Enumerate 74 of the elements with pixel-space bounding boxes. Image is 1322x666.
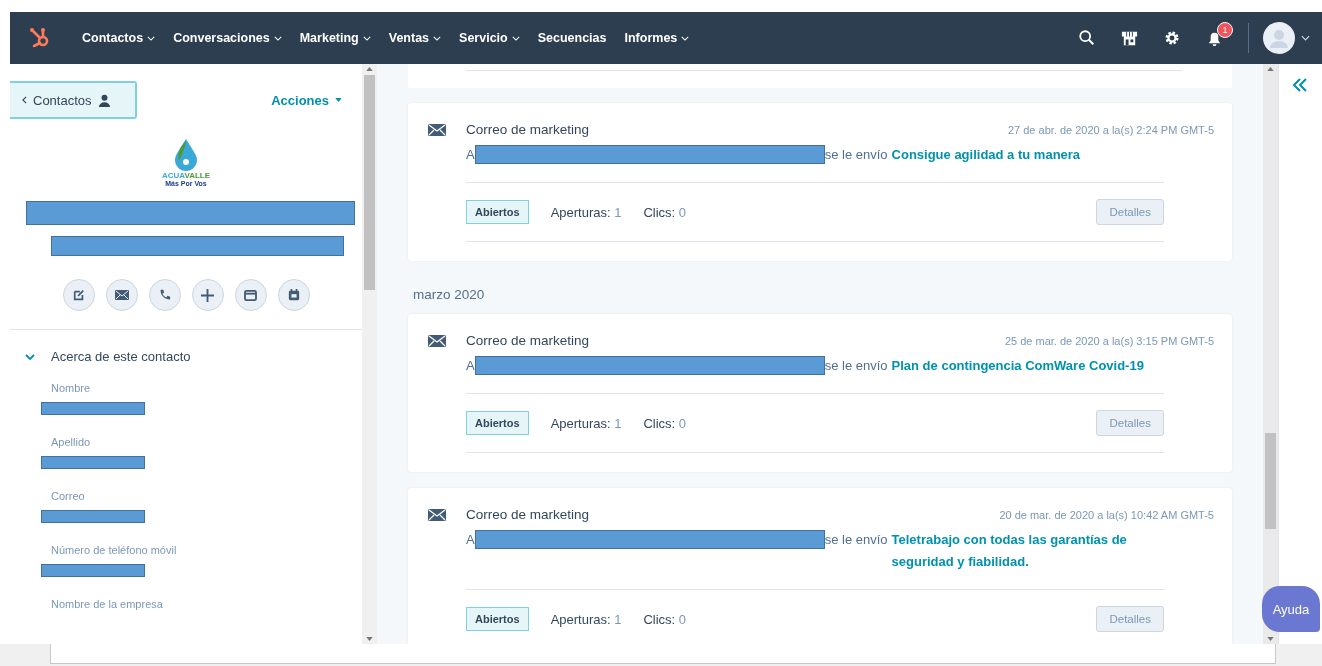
field-label: Nombre	[50, 382, 92, 394]
envelope-icon	[428, 124, 446, 136]
sent-text: se le envío	[824, 531, 888, 549]
nav-menu-item[interactable]: Informes	[616, 31, 698, 45]
envelope-icon	[114, 290, 129, 300]
clicks-count: Clics: 0	[643, 415, 687, 431]
activity-title: Correo de marketing	[466, 122, 590, 137]
nav-menu-item[interactable]: Marketing	[291, 31, 379, 45]
month-heading: marzo 2020	[413, 287, 486, 302]
field-label: Apellido	[50, 436, 92, 448]
activity-title: Correo de marketing	[466, 333, 590, 348]
envelope-icon	[428, 509, 446, 521]
avatar-icon[interactable]	[1263, 22, 1295, 54]
status-tag: Abiertos	[466, 607, 529, 631]
double-chevron-left-icon[interactable]	[1292, 78, 1308, 92]
task-button[interactable]	[234, 279, 267, 311]
company-logo-name: ACUAVALLE	[161, 171, 211, 180]
status-tag: Abiertos	[466, 200, 529, 224]
chevron-down-icon[interactable]	[1301, 35, 1310, 41]
back-to-contacts-button[interactable]: Contactos	[10, 81, 137, 119]
phone-icon	[158, 289, 171, 301]
search-icon[interactable]	[1078, 29, 1096, 47]
scrollbar-thumb[interactable]	[364, 75, 375, 290]
field-label: Número de teléfono móvil	[50, 544, 178, 556]
activity-title: Correo de marketing	[466, 507, 590, 522]
help-button[interactable]: Ayuda	[1262, 586, 1320, 632]
nav-menu-item[interactable]: Contactos	[74, 31, 164, 45]
calendar-icon	[287, 289, 300, 301]
section-header[interactable]: Acerca de este contacto	[10, 349, 362, 364]
field-label: Nombre de la empresa	[50, 598, 164, 610]
sent-text: se le envío	[824, 146, 888, 164]
call-button[interactable]	[148, 279, 181, 311]
note-button[interactable]	[62, 279, 95, 311]
settings-icon[interactable]	[1163, 29, 1181, 47]
envelope-icon	[428, 335, 446, 347]
activity-date: 27 de abr. de 2020 a la(s) 2:24 PM GMT-5	[1007, 124, 1214, 136]
opens-count: Aperturas: 1	[550, 415, 622, 431]
opens-count: Aperturas: 1	[550, 611, 622, 627]
scrollbar[interactable]	[362, 64, 377, 644]
status-tag: Abiertos	[466, 411, 529, 435]
recipient-prefix: A	[466, 146, 475, 164]
caret-icon	[335, 98, 342, 102]
field-label: Correo	[50, 490, 86, 502]
clicks-count: Clics: 0	[643, 204, 687, 220]
email-link[interactable]: Teletrabajo con todas las garantías de seguridad y fiabilidad.	[891, 529, 1174, 573]
notification-count: 1	[1217, 21, 1233, 38]
meeting-button[interactable]	[277, 279, 310, 311]
activity-date: 20 de mar. de 2020 a la(s) 10:42 AM GMT-5	[999, 509, 1214, 521]
scroll-down-arrow-icon[interactable]	[1267, 637, 1274, 641]
nav-menu-item[interactable]: Secuencias	[529, 31, 615, 45]
email-link[interactable]: Consigue agilidad a tu manera	[891, 144, 1174, 166]
actions-dropdown[interactable]: Acciones	[265, 91, 348, 109]
person-icon	[97, 93, 111, 107]
pencil-square-icon	[72, 289, 85, 301]
scroll-up-arrow-icon[interactable]	[366, 67, 373, 71]
email-button[interactable]	[105, 279, 138, 311]
sent-text: se le envío	[824, 357, 888, 375]
opens-count: Aperturas: 1	[550, 204, 622, 220]
input-field[interactable]	[50, 644, 1276, 664]
nav-menu-item[interactable]: Ventas	[380, 31, 450, 45]
add-button[interactable]	[191, 279, 224, 311]
scroll-down-arrow-icon[interactable]	[366, 637, 373, 641]
nav-menu-item[interactable]: Servicio	[451, 31, 528, 45]
nav-menu-item[interactable]: Conversaciones	[165, 31, 290, 45]
chevron-left-icon	[22, 96, 27, 104]
plus-icon	[201, 288, 214, 302]
window-icon	[244, 289, 257, 301]
recipient-prefix: A	[466, 531, 475, 549]
activity-date: 25 de mar. de 2020 a la(s) 3:15 PM GMT-5	[1004, 335, 1214, 347]
recipient-prefix: A	[466, 357, 475, 375]
scrollbar-thumb[interactable]	[1265, 433, 1276, 529]
clicks-count: Clics: 0	[643, 611, 687, 627]
scroll-up-arrow-icon[interactable]	[1267, 67, 1274, 71]
email-link[interactable]: Plan de contingencia ComWare Covid-19	[891, 355, 1174, 377]
